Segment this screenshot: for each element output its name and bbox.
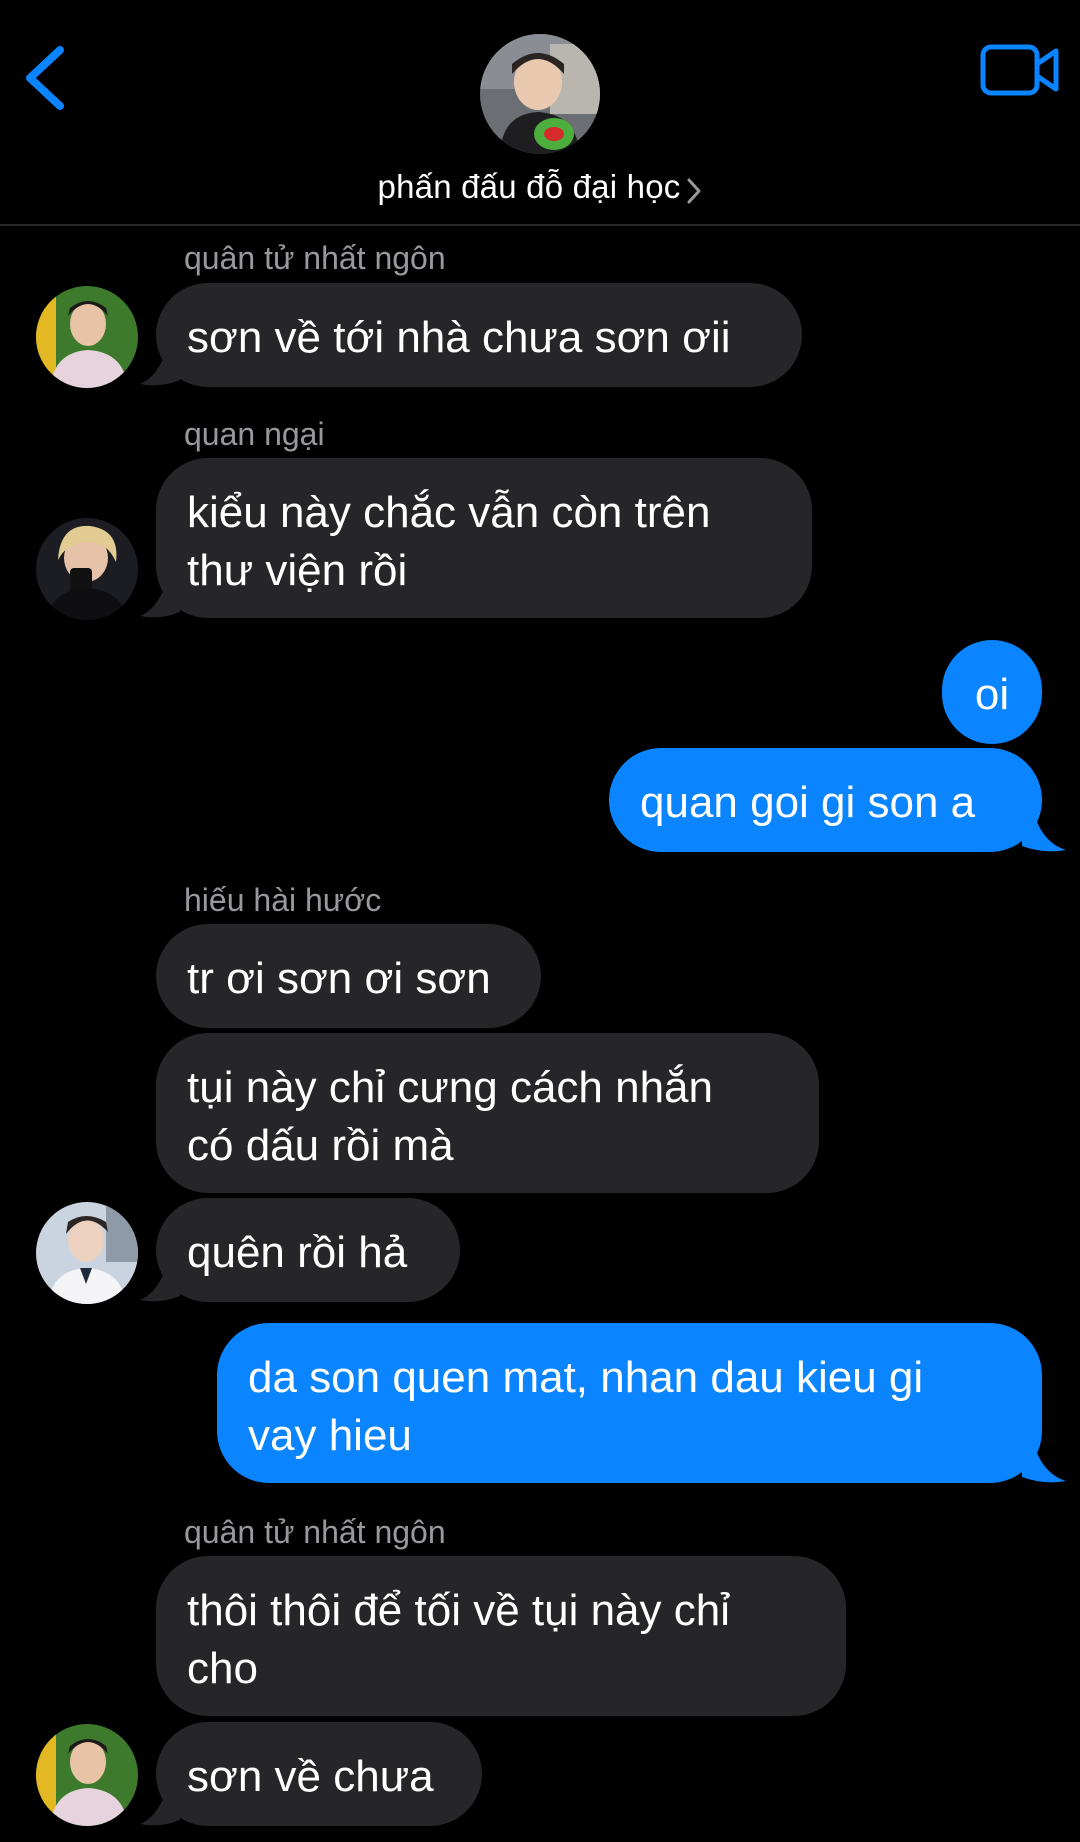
- bubble-tail: [1022, 806, 1066, 852]
- sender-name: quan ngại: [184, 416, 325, 452]
- avatar-photo: [36, 518, 138, 620]
- message-bubble[interactable]: oi: [942, 640, 1042, 744]
- avatar[interactable]: [36, 1202, 138, 1304]
- bubble-tail: [140, 1256, 180, 1302]
- message-bubble[interactable]: thôi thôi để tối về tụi này chỉ cho: [156, 1556, 846, 1716]
- bubble-tail: [1022, 1437, 1066, 1483]
- message-bubble[interactable]: da son quen mat, nhan dau kieu gi vay hi…: [217, 1323, 1042, 1483]
- bubble-tail: [140, 340, 180, 386]
- bubble-tail: [140, 572, 180, 618]
- sender-name: quân tử nhất ngôn: [184, 1514, 446, 1550]
- avatar-photo: [36, 286, 138, 388]
- message-bubble[interactable]: kiểu này chắc vẫn còn trên thư viện rồi: [156, 458, 812, 618]
- avatar[interactable]: [36, 518, 138, 620]
- video-camera-icon: [980, 44, 1059, 96]
- group-photo: [480, 34, 600, 154]
- avatar-photo: [36, 1724, 138, 1826]
- group-title: phấn đấu đỗ đại học: [377, 168, 681, 205]
- bubble-tail: [140, 1780, 180, 1826]
- video-call-button[interactable]: [980, 42, 1060, 98]
- message-bubble[interactable]: sơn về chưa: [156, 1722, 482, 1826]
- message-bubble[interactable]: tụi này chỉ cưng cách nhắn có dấu rồi mà: [156, 1033, 819, 1193]
- group-avatar[interactable]: [480, 34, 600, 154]
- sender-name: hiếu hài hước: [184, 882, 382, 918]
- message-bubble[interactable]: quan goi gi son a: [609, 748, 1042, 852]
- message-bubble[interactable]: tr ơi sơn ơi sơn: [156, 924, 541, 1028]
- avatar[interactable]: [36, 286, 138, 388]
- message-bubble[interactable]: sơn về tới nhà chưa sơn ơii: [156, 283, 802, 387]
- group-title-button[interactable]: phấn đấu đỗ đại học: [0, 168, 1080, 206]
- back-button[interactable]: [20, 40, 80, 120]
- chat-header: phấn đấu đỗ đại học: [0, 0, 1080, 226]
- sender-name: quân tử nhất ngôn: [184, 240, 446, 276]
- chevron-left-icon: [26, 46, 64, 110]
- chevron-right-icon: [687, 178, 701, 204]
- avatar[interactable]: [36, 1724, 138, 1826]
- message-bubble[interactable]: quên rồi hả: [156, 1198, 460, 1302]
- avatar-photo: [36, 1202, 138, 1304]
